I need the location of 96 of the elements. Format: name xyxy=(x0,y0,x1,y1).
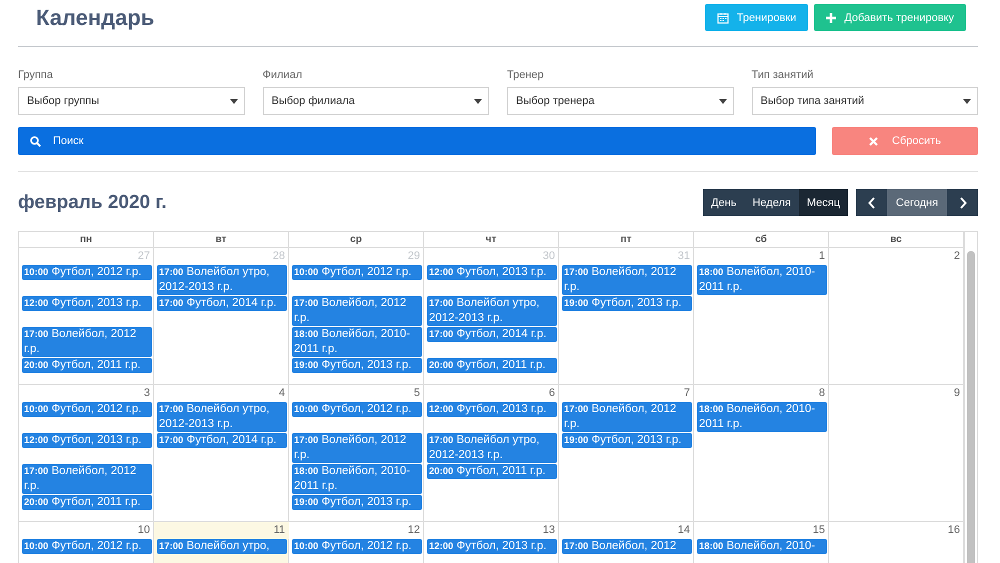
weekday-header: сб xyxy=(694,232,829,248)
calendar-event[interactable]: 17:00 Волейбол утро, 2012-2013 г.р. xyxy=(427,433,557,463)
day-number: 10 xyxy=(136,523,151,538)
calendar-event[interactable]: 20:00 Футбол, 2011 г.р. xyxy=(22,495,152,510)
day-number: 28 xyxy=(272,249,286,264)
page-title: Календарь xyxy=(36,4,154,32)
calendar-event[interactable]: 12:00 Футбол, 2013 г.р. xyxy=(427,539,557,554)
weekday-header: чт xyxy=(424,232,559,248)
search-button[interactable]: Поиск xyxy=(18,127,816,155)
calendar-event[interactable]: 17:00 Волейбол, 2012 г.р. xyxy=(292,433,422,463)
calendar-event[interactable]: 19:00 Футбол, 2013 г.р. xyxy=(562,296,692,311)
weekday-header: вт xyxy=(154,232,289,248)
day-number: 1 xyxy=(818,249,826,264)
weekday-header: вс xyxy=(829,232,964,248)
day-number: 14 xyxy=(676,523,691,538)
day-number: 7 xyxy=(682,386,691,401)
filter-label: Тренер xyxy=(507,69,545,81)
calendar-event[interactable]: 19:00 Футбол, 2013 г.р. xyxy=(292,358,422,373)
day-number: 5 xyxy=(412,386,421,401)
calendar-event[interactable]: 17:00 Волейбол, 2012 г.р. xyxy=(292,296,422,326)
calendar-event[interactable]: 17:00 Волейбол утро, xyxy=(157,539,287,554)
calendar-event[interactable]: 17:00 Футбол, 2014 г.р. xyxy=(427,327,557,342)
previous-button[interactable] xyxy=(856,189,887,216)
close-icon xyxy=(869,136,878,146)
filter-select[interactable]: Выбор филиала xyxy=(262,87,489,115)
chevron-right-icon xyxy=(958,196,966,208)
day-number: 4 xyxy=(278,386,286,401)
calendar-event[interactable]: 10:00 Футбол, 2012 г.р. xyxy=(22,402,152,417)
calendar-event[interactable]: 17:00 Волейбол, 2012 xyxy=(562,539,692,554)
view-tab[interactable]: День xyxy=(703,189,744,216)
calendar-event[interactable]: 12:00 Футбол, 2013 г.р. xyxy=(427,265,557,280)
calendar-event[interactable]: 17:00 Волейбол, 2012 г.р. xyxy=(562,402,692,432)
calendar-event[interactable]: 18:00 Волейбол, 2010-2011 г.р. xyxy=(292,327,422,357)
day-number: 29 xyxy=(406,249,421,264)
filter-label: Группа xyxy=(18,69,54,81)
calendar-event[interactable]: 18:00 Волейбол, 2010-2011 г.р. xyxy=(697,265,827,295)
calendar-event[interactable]: 18:00 Волейбол, 2010-2011 г.р. xyxy=(697,402,827,432)
calendar-event[interactable]: 17:00 Волейбол утро, 2012-2013 г.р. xyxy=(157,402,287,432)
day-number: 13 xyxy=(542,523,556,538)
weekday-header: пт xyxy=(559,232,694,248)
calendar-event[interactable]: 17:00 Волейбол утро, 2012-2013 г.р. xyxy=(157,265,287,295)
calendar-event[interactable]: 18:00 Волейбол, 2010-2011 г.р. xyxy=(292,464,422,494)
calendar-event[interactable]: 17:00 Волейбол, 2012 г.р. xyxy=(562,265,692,295)
weekday-header: ср xyxy=(289,232,424,248)
view-tab[interactable]: Месяц xyxy=(798,189,848,216)
calendar-event[interactable]: 20:00 Футбол, 2011 г.р. xyxy=(22,358,152,373)
add-training-button[interactable]: Добавить тренировку xyxy=(814,4,966,31)
caret-icon xyxy=(230,98,238,104)
calendar-icon xyxy=(716,12,729,24)
trainings-button[interactable]: Тренировки xyxy=(704,4,808,31)
calendar-event[interactable]: 17:00 Футбол, 2014 г.р. xyxy=(157,296,287,311)
filter-label: Тип занятий xyxy=(752,69,814,81)
calendar-event[interactable]: 12:00 Футбол, 2013 г.р. xyxy=(22,296,152,311)
calendar-event[interactable]: 17:00 Волейбол, 2012 г.р. xyxy=(22,464,152,494)
calendar-event[interactable]: 20:00 Футбол, 2011 г.р. xyxy=(427,464,557,479)
day-number: 27 xyxy=(136,249,151,264)
calendar-event[interactable]: 17:00 Волейбол, 2012 г.р. xyxy=(22,327,152,357)
calendar-event[interactable]: 10:00 Футбол, 2012 г.р. xyxy=(292,402,422,417)
calendar-event[interactable]: 18:00 Волейбол, 2010- xyxy=(697,539,827,554)
day-number: 2 xyxy=(952,249,961,264)
calendar-event[interactable]: 12:00 Футбол, 2013 г.р. xyxy=(427,402,557,417)
search-icon xyxy=(30,136,41,146)
calendar-event[interactable]: 19:00 Футбол, 2013 г.р. xyxy=(292,495,422,510)
day-number: 9 xyxy=(952,386,961,401)
next-button[interactable] xyxy=(947,189,978,216)
calendar-event[interactable]: 10:00 Футбол, 2012 г.р. xyxy=(292,539,422,554)
calendar-event[interactable]: 17:00 Футбол, 2014 г.р. xyxy=(157,433,287,448)
scrollbar[interactable] xyxy=(967,251,975,563)
caret-icon xyxy=(963,98,971,104)
calendar-event[interactable]: 17:00 Волейбол утро, 2012-2013 г.р. xyxy=(427,296,557,326)
chevron-left-icon xyxy=(868,196,876,208)
filter-select[interactable]: Выбор группы xyxy=(18,87,244,115)
day-number: 8 xyxy=(818,386,826,401)
calendar-event[interactable]: 10:00 Футбол, 2012 г.р. xyxy=(292,265,422,280)
calendar-event[interactable]: 10:00 Футбол, 2012 г.р. xyxy=(22,265,152,280)
calendar-event[interactable]: 12:00 Футбол, 2013 г.р. xyxy=(22,433,152,448)
caret-icon xyxy=(718,98,726,104)
day-number: 30 xyxy=(542,249,556,264)
caret-icon xyxy=(474,98,482,104)
view-tab[interactable]: Неделя xyxy=(744,189,799,216)
day-number: 16 xyxy=(946,523,961,538)
calendar-event[interactable]: 19:00 Футбол, 2013 г.р. xyxy=(562,433,692,448)
calendar-event[interactable]: 20:00 Футбол, 2011 г.р. xyxy=(427,358,557,373)
plus-icon xyxy=(826,12,836,22)
filter-select[interactable]: Выбор типа занятий xyxy=(752,87,978,115)
day-number: 15 xyxy=(812,523,826,538)
calendar-event[interactable]: 10:00 Футбол, 2012 г.р. xyxy=(22,539,152,554)
filter-label: Филиал xyxy=(262,69,304,81)
day-number: 6 xyxy=(548,386,556,401)
reset-button[interactable]: Сбросить xyxy=(832,127,978,155)
day-number: 31 xyxy=(676,249,691,264)
month-title: февраль 2020 г. xyxy=(18,192,167,214)
day-number: 3 xyxy=(142,386,151,401)
filter-select[interactable]: Выбор тренера xyxy=(507,87,734,115)
day-number: 12 xyxy=(406,523,421,538)
weekday-header: пн xyxy=(19,232,154,248)
